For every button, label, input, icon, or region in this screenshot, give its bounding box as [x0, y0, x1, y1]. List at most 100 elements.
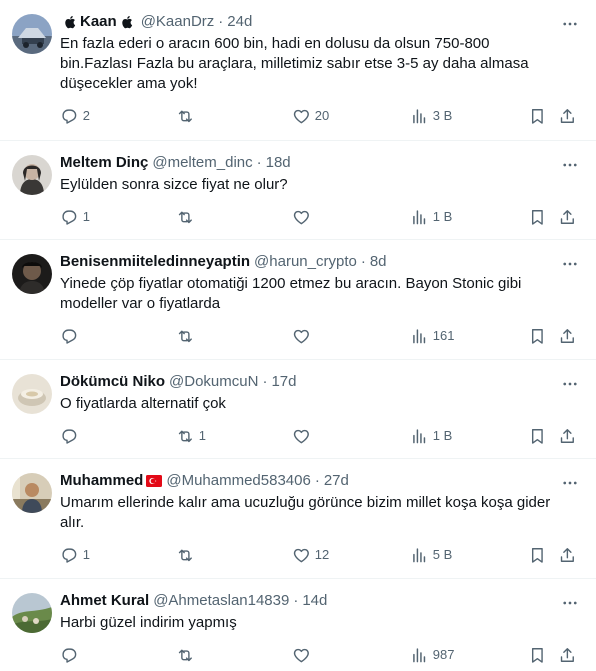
- retweet-button[interactable]: [176, 545, 199, 565]
- tweet[interactable]: Dökümcü Niko @DokumcuN · 17d O fiyatlard…: [0, 360, 596, 459]
- share-button[interactable]: [558, 545, 577, 565]
- timestamp[interactable]: 27d: [324, 471, 349, 491]
- bookmark-button[interactable]: [528, 207, 547, 227]
- share-button[interactable]: [558, 645, 577, 665]
- more-options-icon[interactable]: [558, 372, 582, 396]
- avatar[interactable]: [12, 155, 52, 195]
- more-options-icon[interactable]: [558, 252, 582, 276]
- action-bar: 1 12 5 B: [60, 545, 580, 573]
- display-name[interactable]: Meltem Dinç: [60, 153, 148, 173]
- user-handle[interactable]: @DokumcuN: [169, 372, 258, 392]
- tweet-text: En fazla ederi o aracın 600 bin, hadi en…: [60, 35, 529, 92]
- analytics-icon: [413, 648, 426, 662]
- retweet-button[interactable]: [176, 645, 199, 665]
- retweet-button[interactable]: 1: [176, 426, 206, 446]
- action-bar: 1 1 B: [60, 207, 580, 235]
- timestamp[interactable]: 14d: [302, 591, 327, 611]
- avatar[interactable]: [12, 374, 52, 414]
- share-button[interactable]: [558, 426, 577, 446]
- tweet[interactable]: Muhammed @Muhammed583406 · 27d Umarım el…: [0, 459, 596, 579]
- tweet-text: Harbi güzel indirim yapmış: [60, 614, 237, 631]
- tweet-header: Dökümcü Niko @DokumcuN · 17d: [60, 372, 580, 392]
- views-button[interactable]: 1 B: [410, 207, 452, 227]
- timestamp[interactable]: 8d: [370, 252, 387, 272]
- user-handle[interactable]: @KaanDrz: [141, 12, 215, 32]
- retweet-button[interactable]: [176, 326, 199, 346]
- bookmark-icon: [531, 108, 543, 124]
- timestamp[interactable]: 24d: [227, 12, 252, 32]
- more-options-icon[interactable]: [558, 12, 582, 36]
- display-name[interactable]: Ahmet Kural: [60, 591, 149, 611]
- heart-icon: [293, 210, 309, 224]
- avatar[interactable]: [12, 473, 52, 513]
- separator-dot: ·: [314, 472, 320, 489]
- apple-icon: [121, 16, 132, 29]
- like-button[interactable]: [292, 426, 315, 446]
- bookmark-icon: [531, 209, 543, 225]
- bookmark-button[interactable]: [528, 326, 547, 346]
- view-count: 3 B: [432, 108, 453, 123]
- like-button[interactable]: [292, 207, 315, 227]
- share-button[interactable]: [558, 207, 577, 227]
- reply-button[interactable]: [60, 645, 83, 665]
- like-button[interactable]: [292, 326, 315, 346]
- user-handle[interactable]: @Ahmetaslan14839: [153, 591, 289, 611]
- tweet[interactable]: Kaan @KaanDrz · 24d En fazla ederi o ara…: [0, 0, 596, 141]
- reply-button[interactable]: [60, 426, 83, 446]
- bookmark-button[interactable]: [528, 545, 547, 565]
- like-button[interactable]: 20: [292, 106, 329, 126]
- reply-button[interactable]: 1: [60, 545, 90, 565]
- like-count: 20: [314, 108, 330, 123]
- tweet[interactable]: Ahmet Kural @Ahmetaslan14839 · 14d Harbi…: [0, 579, 596, 671]
- separator-dot: ·: [256, 154, 262, 171]
- reply-icon: [62, 109, 77, 124]
- views-button[interactable]: 5 B: [410, 545, 452, 565]
- retweet-button[interactable]: [176, 106, 199, 126]
- timestamp[interactable]: 18d: [266, 153, 291, 173]
- user-handle[interactable]: @Muhammed583406: [166, 471, 310, 491]
- avatar[interactable]: [12, 254, 52, 294]
- share-button[interactable]: [558, 106, 577, 126]
- view-count: 5 B: [432, 547, 453, 562]
- analytics-icon: [413, 109, 426, 123]
- share-icon: [560, 209, 574, 224]
- share-icon: [560, 108, 574, 123]
- like-button[interactable]: 12: [292, 545, 329, 565]
- share-button[interactable]: [558, 326, 577, 346]
- display-name[interactable]: Benisenmiiteledinneyaptin: [60, 252, 250, 272]
- reply-button[interactable]: 1: [60, 207, 90, 227]
- timestamp[interactable]: 17d: [271, 372, 296, 392]
- tweet[interactable]: Benisenmiiteledinneyaptin @harun_crypto …: [0, 240, 596, 360]
- tweet[interactable]: Meltem Dinç @meltem_dinc · 18d Eylülden …: [0, 141, 596, 240]
- more-options-icon[interactable]: [558, 153, 582, 177]
- retweet-icon: [178, 549, 192, 561]
- like-button[interactable]: [292, 645, 315, 665]
- reply-button[interactable]: 2: [60, 106, 90, 126]
- reply-button[interactable]: [60, 326, 83, 346]
- action-bar: 161: [60, 326, 580, 354]
- user-handle[interactable]: @harun_crypto: [254, 252, 357, 272]
- display-name[interactable]: Muhammed: [60, 471, 163, 491]
- bookmark-button[interactable]: [528, 426, 547, 446]
- more-options-icon[interactable]: [558, 591, 582, 615]
- display-name[interactable]: Kaan: [60, 12, 137, 32]
- tweet-header: Ahmet Kural @Ahmetaslan14839 · 14d: [60, 591, 580, 611]
- display-name[interactable]: Dökümcü Niko: [60, 372, 165, 392]
- bookmark-button[interactable]: [528, 106, 547, 126]
- more-options-icon[interactable]: [558, 471, 582, 495]
- view-count: 1 B: [432, 428, 453, 443]
- tweet-text: O fiyatlarda alternatif çok: [60, 395, 226, 412]
- separator-dot: ·: [360, 253, 366, 270]
- views-button[interactable]: 1 B: [410, 426, 452, 446]
- view-count: 987: [432, 647, 455, 662]
- retweet-button[interactable]: [176, 207, 199, 227]
- avatar[interactable]: [12, 593, 52, 633]
- views-button[interactable]: 161: [410, 326, 454, 346]
- views-button[interactable]: 987: [410, 645, 454, 665]
- avatar[interactable]: [12, 14, 52, 54]
- bookmark-button[interactable]: [528, 645, 547, 665]
- user-handle[interactable]: @meltem_dinc: [152, 153, 252, 173]
- reply-icon: [62, 210, 77, 225]
- views-button[interactable]: 3 B: [410, 106, 452, 126]
- reply-icon: [62, 329, 77, 344]
